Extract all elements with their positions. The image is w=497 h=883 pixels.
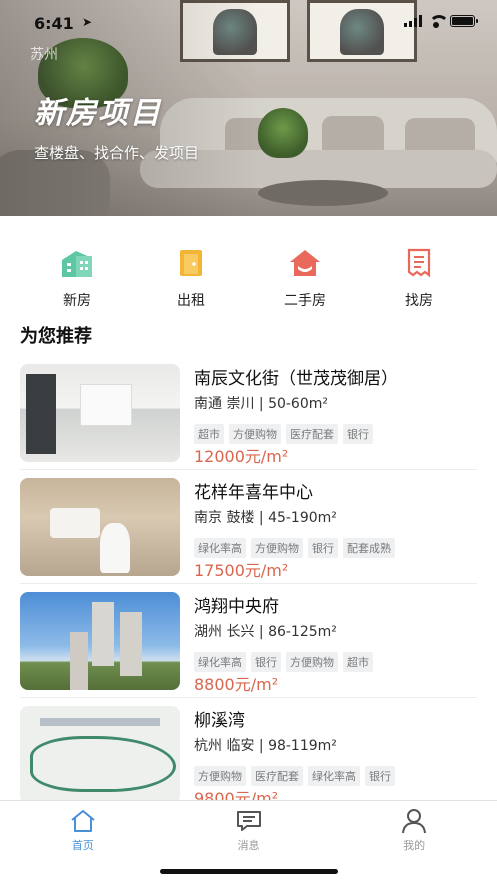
listing-thumbnail (20, 706, 180, 800)
message-icon (235, 808, 263, 834)
building-icon (60, 246, 94, 280)
listing-tag: 方便购物 (194, 766, 246, 786)
listing-list: 南辰文化街（世茂茂御居） 南通 崇川 | 50-60m² 超市 方便购物 医疗配… (0, 356, 497, 800)
quick-nav-find-house[interactable]: 找房 (362, 246, 476, 318)
listing-tag: 超市 (343, 652, 373, 672)
listing-tags: 超市 方便购物 医疗配套 银行 (194, 424, 373, 444)
listing-tags: 方便购物 医疗配套 绿化率高 银行 (194, 766, 395, 786)
house-handshake-icon (288, 246, 322, 280)
listing-tags: 绿化率高 方便购物 银行 配套成熟 (194, 538, 395, 558)
status-indicators (404, 15, 478, 28)
profile-icon (400, 808, 428, 834)
listing-location: 南通 崇川 | 50-60m² (194, 396, 328, 412)
tab-label: 我的 (403, 839, 426, 852)
tab-label: 消息 (237, 839, 260, 852)
listing-location: 南京 鼓楼 | 45-190m² (194, 510, 337, 526)
home-icon (69, 808, 97, 834)
listing-tag: 方便购物 (286, 652, 338, 672)
listing-location: 湖州 长兴 | 86-125m² (194, 624, 337, 640)
listing-tag: 银行 (308, 538, 338, 558)
listing-location: 杭州 临安 | 98-119m² (194, 738, 337, 754)
listing-name: 柳溪湾 (194, 711, 245, 731)
quick-nav-label: 出租 (177, 293, 205, 309)
listing-tag: 绿化率高 (308, 766, 360, 786)
listing-price: 9800元/m² (194, 789, 279, 800)
listing-tag: 银行 (365, 766, 395, 786)
document-list-icon (402, 246, 436, 280)
quick-nav: 新房 出租 二手房 找房 (0, 246, 497, 318)
quick-nav-label: 新房 (63, 293, 91, 309)
listing-thumbnail (20, 592, 180, 690)
listing-card[interactable]: 柳溪湾 杭州 临安 | 98-119m² 方便购物 医疗配套 绿化率高 银行 9… (0, 698, 497, 800)
listing-tag: 方便购物 (251, 538, 303, 558)
hero-banner[interactable]: 6:41 ➤ 苏州 新房项目 查楼盘、找合作、发项目 (0, 0, 497, 216)
quick-nav-rent[interactable]: 出租 (134, 246, 248, 318)
battery-icon (450, 15, 478, 27)
listing-price: 12000元/m² (194, 447, 289, 466)
listing-thumbnail (20, 364, 180, 462)
listing-price: 8800元/m² (194, 675, 279, 694)
tab-label: 首页 (71, 839, 94, 852)
listing-name: 南辰文化街（世茂茂御居） (194, 369, 398, 389)
listing-name: 鸿翔中央府 (194, 597, 279, 617)
wifi-icon (428, 15, 449, 28)
listing-tag: 绿化率高 (194, 652, 246, 672)
plant-image (258, 108, 308, 158)
location-arrow-icon: ➤ (82, 15, 93, 29)
status-time: 6:41 (34, 14, 74, 33)
door-icon (174, 246, 208, 280)
tab-home[interactable]: 首页 (0, 801, 166, 883)
listing-card[interactable]: 南辰文化街（世茂茂御居） 南通 崇川 | 50-60m² 超市 方便购物 医疗配… (0, 356, 497, 470)
listing-tag: 银行 (343, 424, 373, 444)
listing-tag: 医疗配套 (251, 766, 303, 786)
listing-tag: 方便购物 (229, 424, 281, 444)
listing-tag: 绿化率高 (194, 538, 246, 558)
listing-price: 17500元/m² (194, 561, 289, 580)
listing-name: 花样年喜年中心 (194, 483, 313, 503)
listing-card[interactable]: 鸿翔中央府 湖州 长兴 | 86-125m² 绿化率高 银行 方便购物 超市 8… (0, 584, 497, 698)
quick-nav-label: 二手房 (284, 293, 326, 309)
city-label[interactable]: 苏州 (30, 44, 58, 64)
hero-title: 新房项目 (34, 96, 162, 131)
listing-tag: 银行 (251, 652, 281, 672)
listing-tag: 医疗配套 (286, 424, 338, 444)
listing-tags: 绿化率高 银行 方便购物 超市 (194, 652, 373, 672)
tab-profile[interactable]: 我的 (331, 801, 497, 883)
quick-nav-label: 找房 (405, 293, 433, 309)
listing-tag: 超市 (194, 424, 224, 444)
home-indicator (160, 869, 338, 874)
quick-nav-second-hand[interactable]: 二手房 (248, 246, 362, 318)
cellular-signal-icon (404, 15, 422, 27)
coffee-table-image (258, 180, 388, 206)
quick-nav-new-house[interactable]: 新房 (20, 246, 134, 318)
listing-tag: 配套成熟 (343, 538, 395, 558)
listing-card[interactable]: 花样年喜年中心 南京 鼓楼 | 45-190m² 绿化率高 方便购物 银行 配套… (0, 470, 497, 584)
hero-subtitle: 查楼盘、找合作、发项目 (34, 144, 200, 162)
wall-painting-image (307, 0, 417, 62)
section-title: 为您推荐 (20, 326, 92, 347)
listing-thumbnail (20, 478, 180, 576)
